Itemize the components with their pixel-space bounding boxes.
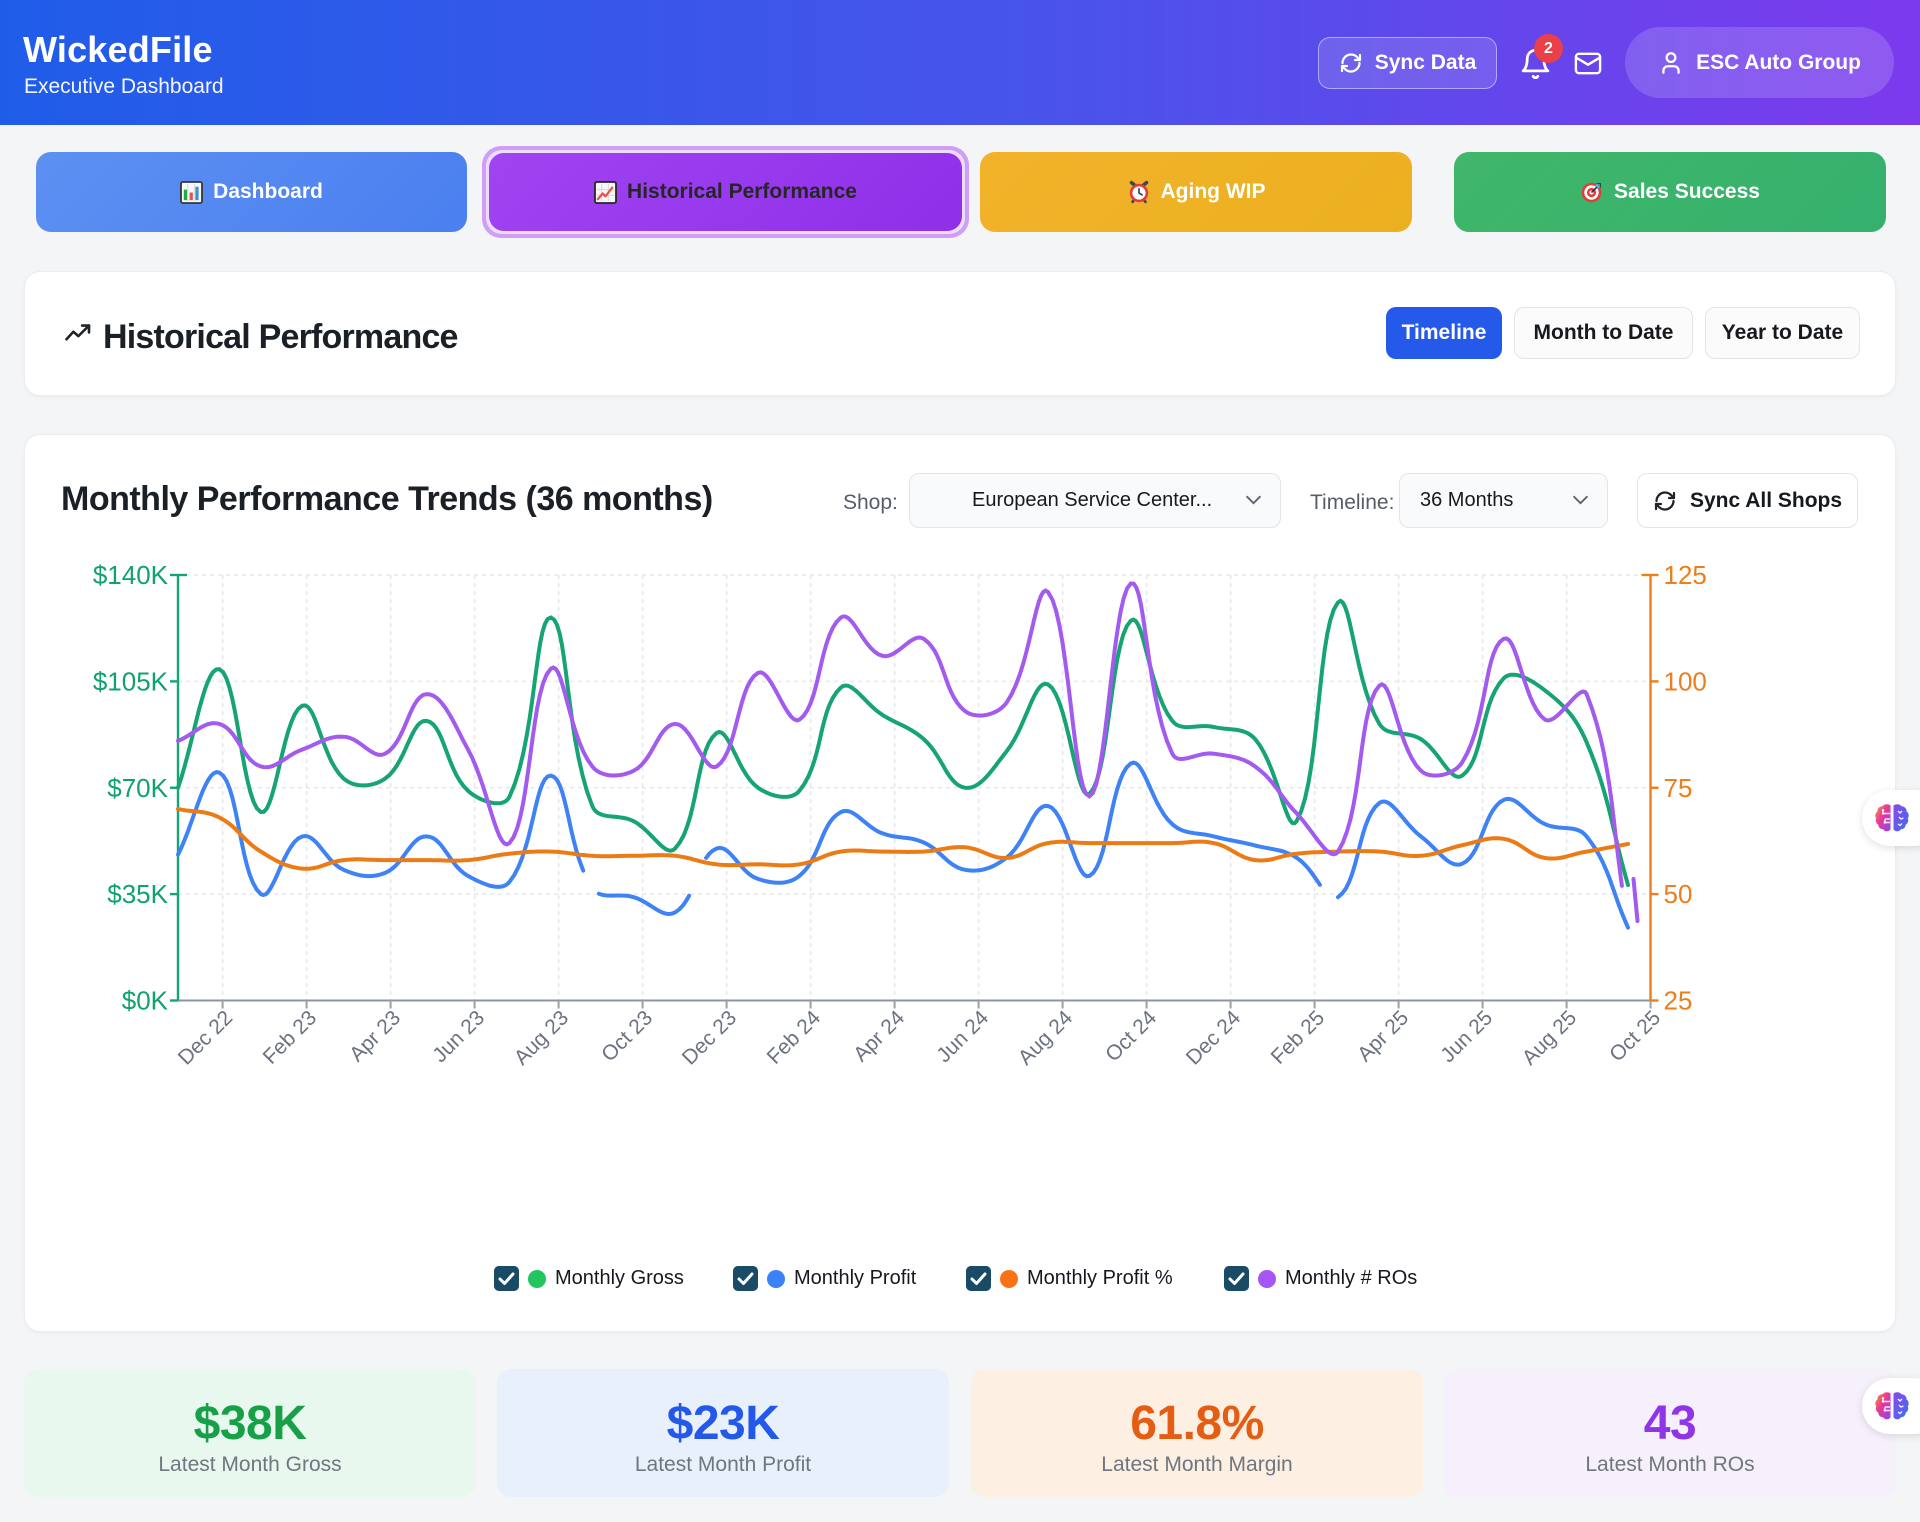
svg-text:Apr 24: Apr 24 <box>849 1006 909 1066</box>
svg-text:Feb 25: Feb 25 <box>1267 1006 1330 1069</box>
svg-text:Oct 23: Oct 23 <box>597 1006 657 1066</box>
svg-text:Dec 24: Dec 24 <box>1182 1006 1246 1070</box>
svg-text:Aug 24: Aug 24 <box>1014 1006 1078 1070</box>
svg-text:Jun 23: Jun 23 <box>428 1006 489 1067</box>
svg-text:Dec 23: Dec 23 <box>678 1006 741 1069</box>
svg-text:Feb 24: Feb 24 <box>763 1006 826 1069</box>
svg-text:100: 100 <box>1664 666 1707 696</box>
svg-text:Feb 23: Feb 23 <box>259 1006 322 1069</box>
svg-text:$105K: $105K <box>93 666 169 696</box>
svg-text:$70K: $70K <box>107 773 168 803</box>
svg-text:Oct 25: Oct 25 <box>1605 1006 1665 1066</box>
svg-text:Jun 25: Jun 25 <box>1436 1006 1497 1067</box>
svg-text:Apr 25: Apr 25 <box>1353 1006 1413 1066</box>
svg-text:Oct 24: Oct 24 <box>1101 1006 1161 1066</box>
svg-text:Apr 23: Apr 23 <box>345 1006 405 1066</box>
svg-text:Aug 25: Aug 25 <box>1518 1006 1581 1069</box>
svg-text:$140K: $140K <box>93 560 169 590</box>
svg-text:Dec 22: Dec 22 <box>174 1006 237 1069</box>
svg-text:Aug 23: Aug 23 <box>510 1006 573 1069</box>
svg-text:Jun 24: Jun 24 <box>932 1006 993 1067</box>
svg-text:$0K: $0K <box>122 986 169 1016</box>
svg-text:50: 50 <box>1664 879 1693 909</box>
svg-text:125: 125 <box>1664 560 1707 590</box>
svg-text:25: 25 <box>1664 986 1693 1016</box>
svg-text:75: 75 <box>1664 773 1693 803</box>
svg-text:$35K: $35K <box>107 879 168 909</box>
